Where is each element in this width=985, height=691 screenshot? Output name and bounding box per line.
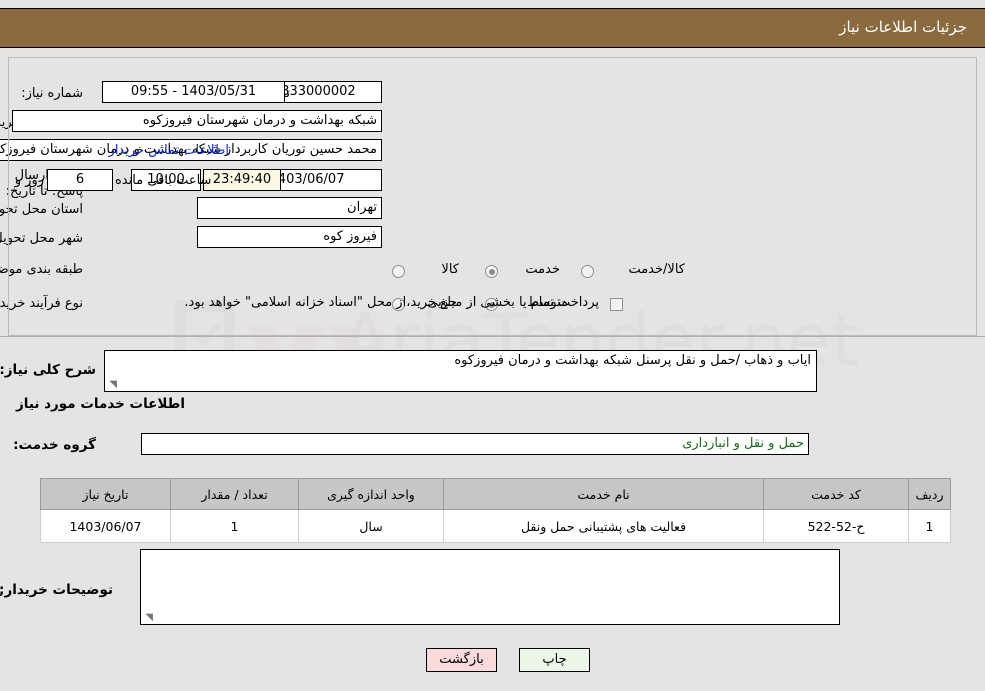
col-row: ردیف [908, 478, 951, 510]
cell-service-code: ح-52-522 [763, 509, 909, 543]
resize-grip-icon-notes[interactable]: ◥ [143, 613, 153, 623]
resize-grip-icon[interactable]: ◥ [107, 380, 117, 390]
col-need-date: تاریخ نیاز [40, 478, 171, 510]
print-button[interactable]: چاپ [519, 648, 590, 672]
col-quantity: تعداد / مقدار [170, 478, 299, 510]
table-row: 1 ح-52-522 فعالیت های پشتیبانی حمل ونقل … [40, 509, 951, 543]
table-header-row: ردیف کد خدمت نام خدمت واحد اندازه گیری ت… [40, 478, 951, 510]
summary-label: شرح کلی نیاز: [0, 362, 96, 378]
need-info-panel [8, 57, 977, 336]
col-service-name: نام خدمت [443, 478, 764, 510]
col-service-code: کد خدمت [763, 478, 909, 510]
buyer-notes-label: توضیحات خریدار; [0, 582, 113, 598]
buyer-notes-textarea[interactable]: ◥ [140, 549, 840, 625]
page-title: جزئیات اطلاعات نیاز [839, 18, 967, 36]
section-divider [0, 336, 985, 337]
app-header-bar: جزئیات اطلاعات نیاز [0, 8, 985, 48]
cell-row: 1 [908, 509, 951, 543]
col-unit: واحد اندازه گیری [298, 478, 444, 510]
summary-textarea[interactable]: ایاب و ذهاب /حمل و نقل پرسنل شبکه بهداشت… [104, 350, 817, 392]
summary-value: ایاب و ذهاب /حمل و نقل پرسنل شبکه بهداشت… [454, 353, 811, 368]
back-button[interactable]: بازگشت [426, 648, 497, 672]
service-group-label: گروه خدمت: [13, 437, 96, 453]
services-section-heading: اطلاعات خدمات مورد نیاز [15, 396, 185, 412]
cell-service-name: فعالیت های پشتیبانی حمل ونقل [443, 509, 764, 543]
cell-need-date: 1403/06/07 [40, 509, 171, 543]
page-root: AriaTender.net جزئیات اطلاعات نیاز شماره… [0, 0, 985, 691]
cell-unit: سال [298, 509, 444, 543]
service-group-value: حمل و نقل و انبارداری [141, 433, 809, 455]
services-table: ردیف کد خدمت نام خدمت واحد اندازه گیری ت… [40, 478, 951, 543]
cell-quantity: 1 [170, 509, 299, 543]
